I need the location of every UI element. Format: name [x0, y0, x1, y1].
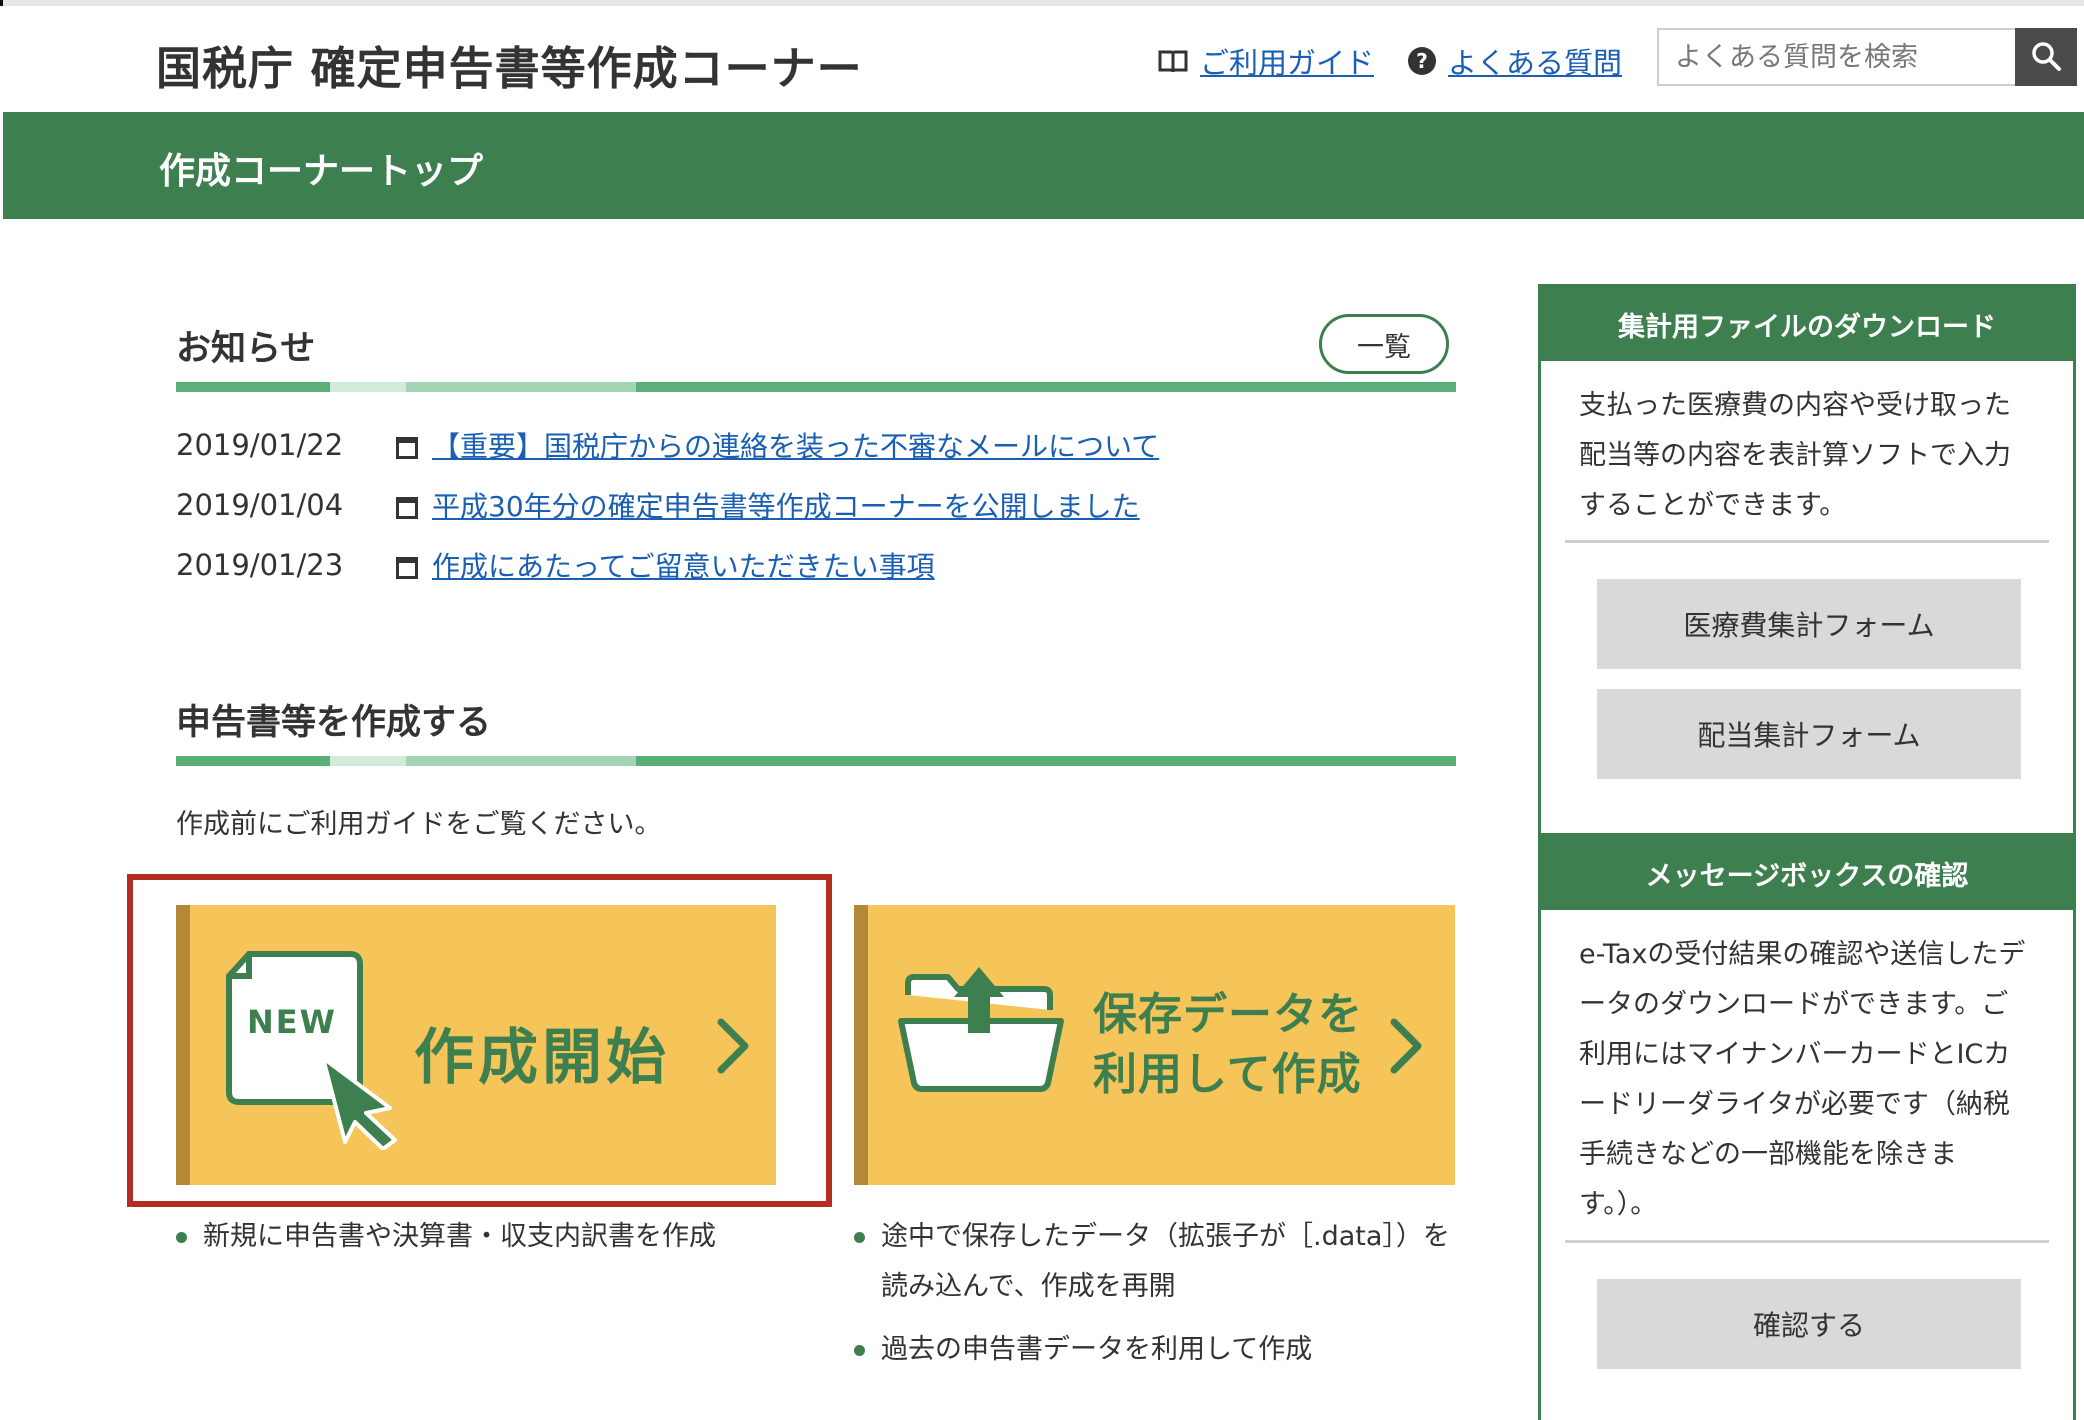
bullet-dot	[854, 1345, 865, 1356]
start-create-button[interactable]: NEW 作成開始	[176, 905, 776, 1185]
new-document-icon: NEW	[225, 950, 410, 1154]
divider	[1565, 540, 2049, 543]
book-icon	[1158, 48, 1188, 74]
saved-description-item: 途中で保存したデータ（拡張子が［.data］）を読み込んで、作成を再開	[854, 1212, 1454, 1312]
faq-link-label[interactable]: よくある質問	[1448, 40, 1622, 82]
news-section-title: お知らせ	[176, 329, 316, 369]
bullet-text: 過去の申告書データを利用して作成	[881, 1334, 1313, 1365]
guide-note: 作成前にご利用ガイドをご覧ください。	[176, 809, 662, 840]
site-header: 国税庁 確定申告書等作成コーナー ご利用ガイド ? よくある質問	[0, 6, 2084, 112]
news-date: 2019/01/22	[176, 428, 344, 462]
new-window-icon	[396, 557, 418, 579]
bullet-dot	[176, 1232, 187, 1243]
news-item: 2019/01/23 作成にあたってご留意いただきたい事項	[176, 545, 935, 585]
news-date: 2019/01/04	[176, 488, 344, 522]
page-title: 作成コーナートップ	[159, 151, 484, 192]
news-date: 2019/01/23	[176, 548, 344, 582]
chevron-right-icon	[715, 1017, 751, 1079]
new-badge-text: NEW	[247, 1003, 337, 1041]
bullet-text: 新規に申告書や決算書・収支内訳書を作成	[203, 1221, 716, 1252]
news-list-button[interactable]: 一覧	[1319, 314, 1449, 374]
bullet-dot	[854, 1232, 865, 1243]
create-section-title: 申告書等を作成する	[176, 703, 492, 743]
download-panel: 集計用ファイルのダウンロード 支払った医療費の内容や受け取った配当等の内容を表計…	[1538, 284, 2076, 836]
chevron-right-icon	[1388, 1017, 1424, 1079]
news-section-rule	[176, 382, 1456, 392]
download-panel-description: 支払った医療費の内容や受け取った配当等の内容を表計算ソフトで入力することができま…	[1579, 390, 2011, 521]
news-item: 2019/01/04 平成30年分の確定申告書等作成コーナーを公開しました	[176, 485, 1140, 525]
site-title[interactable]: 国税庁 確定申告書等作成コーナー	[156, 32, 863, 97]
saved-data-label-line2: 利用して作成	[1093, 1049, 1362, 1100]
divider	[1565, 1240, 2049, 1243]
page-heading-band: 作成コーナートップ	[3, 112, 2084, 219]
search-button[interactable]	[2015, 28, 2077, 86]
create-section-rule	[176, 756, 1456, 766]
saved-data-label-line1: 保存データを	[1093, 989, 1363, 1040]
bullet-text: 途中で保存したデータ（拡張子が［.data］）を読み込んで、作成を再開	[881, 1221, 1450, 1302]
upload-folder-icon	[896, 965, 1066, 1099]
confirm-message-button[interactable]: 確認する	[1597, 1279, 2021, 1369]
news-link[interactable]: 【重要】国税庁からの連絡を装った不審なメールについて	[432, 425, 1159, 465]
start-description-item: 新規に申告書や決算書・収支内訳書を作成	[176, 1212, 776, 1262]
guide-link[interactable]: ご利用ガイド	[1158, 40, 1374, 82]
faq-link[interactable]: ? よくある質問	[1408, 40, 1622, 82]
search-icon	[2030, 40, 2062, 75]
dividend-form-button[interactable]: 配当集計フォーム	[1597, 689, 2021, 779]
message-box-panel-title: メッセージボックスの確認	[1541, 836, 2073, 910]
question-icon: ?	[1408, 47, 1436, 75]
news-link[interactable]: 作成にあたってご留意いただきたい事項	[432, 545, 935, 585]
faq-search-input[interactable]	[1657, 28, 2015, 86]
news-item: 2019/01/22 【重要】国税庁からの連絡を装った不審なメールについて	[176, 425, 1159, 465]
news-link[interactable]: 平成30年分の確定申告書等作成コーナーを公開しました	[432, 485, 1140, 525]
start-create-label: 作成開始	[414, 1023, 670, 1093]
new-window-icon	[396, 437, 418, 459]
new-window-icon	[396, 497, 418, 519]
saved-data-label: 保存データを 利用して作成	[1093, 985, 1373, 1105]
saved-description-item: 過去の申告書データを利用して作成	[854, 1325, 1454, 1375]
guide-link-label[interactable]: ご利用ガイド	[1200, 40, 1374, 82]
message-box-panel: メッセージボックスの確認 e-Taxの受付結果の確認や送信したデータのダウンロー…	[1538, 836, 2076, 1420]
download-panel-title: 集計用ファイルのダウンロード	[1541, 287, 2073, 361]
create-from-saved-data-button[interactable]: 保存データを 利用して作成	[854, 905, 1455, 1185]
message-box-description: e-Taxの受付結果の確認や送信したデータのダウンロードができます。ご利用にはマ…	[1579, 939, 2026, 1220]
medical-expense-form-button[interactable]: 医療費集計フォーム	[1597, 579, 2021, 669]
